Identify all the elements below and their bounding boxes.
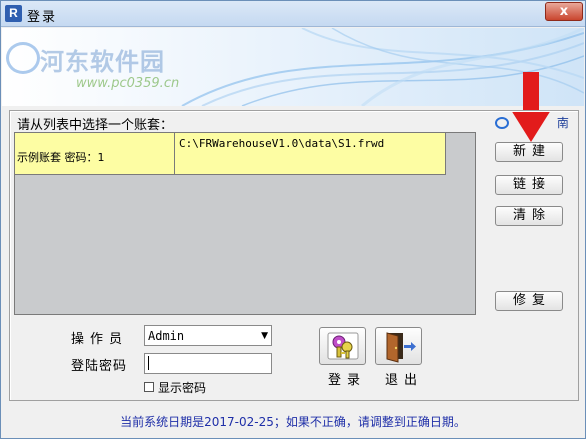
keys-icon [327,332,359,360]
dropdown-arrow-icon[interactable]: ▼ [261,331,268,341]
watermark-logo-icon [6,42,40,74]
close-button[interactable]: x [545,2,583,21]
text-caret [148,356,149,370]
show-password-label[interactable]: 显示密码 [158,379,206,396]
row-divider [445,133,446,175]
login-label[interactable]: 登录 [328,369,366,388]
list-scroll-gutter [447,133,475,314]
account-name-cell: 示例账套 密码：1 [15,133,175,174]
title-bar[interactable]: R 登录 x [1,1,585,27]
password-label: 登陆密码 [71,359,128,374]
guide-icon [495,117,509,129]
window-title: 登录 [27,10,58,25]
exit-label[interactable]: 退出 [385,369,423,388]
login-button[interactable] [319,327,366,365]
watermark-url: www.pc0359.cn [76,76,180,91]
account-list[interactable]: 示例账套 密码：1 C:\FRWarehouseV1.0\data\S1.frw… [14,132,476,315]
operator-value: Admin [148,329,185,343]
operator-label: 操作员 [71,332,129,347]
show-password-checkbox[interactable] [144,382,154,392]
status-message: 当前系统日期是2017-02-25；如果不正确，请调整到正确日期。 [120,415,466,429]
password-input[interactable] [144,353,272,374]
link-button[interactable]: 链接 [495,175,563,195]
clear-button[interactable]: 清除 [495,206,563,226]
account-path-cell: C:\FRWarehouseV1.0\data\S1.frwd [179,137,385,150]
account-list-label: 请从列表中选择一个账套： [17,118,174,133]
guide-text: 南 [556,116,569,130]
new-button[interactable]: 新建 [495,142,563,162]
login-window: R 登录 x 河东软件园 www.pc0359.cn 请从列表中选择一个账套： … [0,0,586,439]
exit-door-icon [386,332,416,363]
watermark-title: 河东软件园 [40,48,165,76]
header-banner: 河东软件园 www.pc0359.cn [2,28,584,106]
app-logo-icon: R [5,5,22,22]
repair-button[interactable]: 修复 [495,291,563,311]
guide-link[interactable]: 南 [495,114,569,131]
operator-select[interactable]: Admin ▼ [144,325,272,346]
account-row[interactable]: 示例账套 密码：1 C:\FRWarehouseV1.0\data\S1.frw… [15,133,446,175]
exit-button[interactable] [375,327,422,365]
